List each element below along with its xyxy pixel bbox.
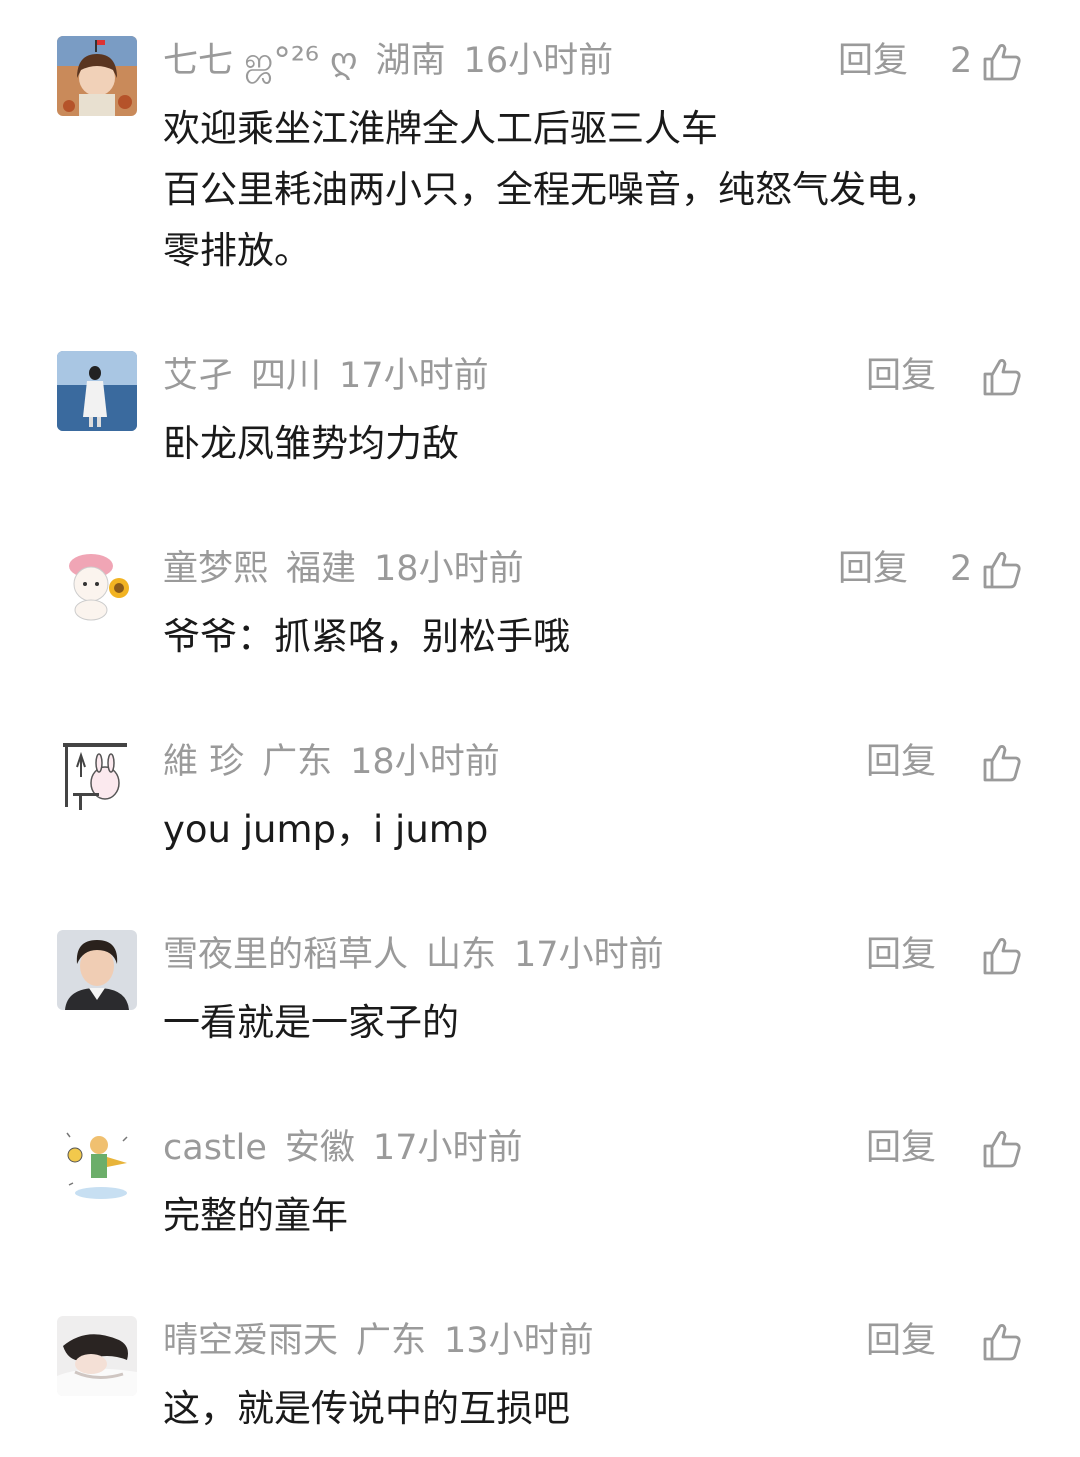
location: 四川	[251, 356, 322, 396]
comment-meta: 晴空爱雨天 广东 13小时前	[163, 1316, 612, 1366]
location: 湖南	[375, 41, 446, 81]
comment-text: 一看就是一家子的	[163, 1001, 459, 1044]
username[interactable]: castle	[163, 1128, 267, 1168]
reply-button[interactable]: 回复	[838, 544, 908, 594]
username[interactable]: 七七 ஜ°²⁶ ღ	[163, 41, 358, 81]
reply-button[interactable]: 回复	[866, 351, 936, 401]
comment-text: 这，就是传说中的互损吧	[163, 1387, 570, 1430]
reply-button[interactable]: 回复	[866, 930, 936, 980]
timestamp: 13小时前	[444, 1321, 594, 1361]
comment-text: you jump，i jump	[163, 808, 489, 851]
comment-meta: castle 安徽 17小时前	[163, 1123, 540, 1173]
location: 山东	[426, 935, 497, 975]
username[interactable]: 童梦熙	[163, 549, 268, 589]
comment-meta: 艾孑 四川 17小时前	[163, 351, 507, 401]
user-avatar[interactable]	[57, 1123, 137, 1203]
username[interactable]: 雪夜里的稻草人	[163, 935, 408, 975]
thumbs-up-icon[interactable]	[982, 42, 1022, 82]
user-avatar[interactable]	[57, 351, 137, 431]
location: 福建	[286, 549, 357, 589]
timestamp: 17小时前	[339, 356, 489, 396]
timestamp: 17小时前	[372, 1128, 523, 1168]
reply-button[interactable]: 回复	[866, 737, 936, 787]
comment-text: 卧龙凤雏势均力敌	[163, 422, 459, 465]
thumbs-up-icon[interactable]	[982, 743, 1022, 783]
thumbs-up-icon[interactable]	[982, 1129, 1022, 1169]
reply-button[interactable]: 回复	[866, 1123, 936, 1173]
location: 广东	[262, 742, 333, 782]
timestamp: 18小时前	[374, 549, 524, 589]
username[interactable]: 維 珍	[163, 742, 244, 782]
timestamp: 18小时前	[350, 742, 500, 782]
thumbs-up-icon[interactable]	[982, 936, 1022, 976]
location: 安徽	[284, 1128, 355, 1168]
like-count: 2	[950, 41, 973, 81]
comment-meta: 童梦熙 福建 18小时前	[163, 544, 542, 594]
timestamp: 16小时前	[463, 41, 614, 81]
user-avatar[interactable]	[57, 737, 137, 817]
user-avatar[interactable]	[57, 1316, 137, 1396]
comment-meta: 雪夜里的稻草人 山东 17小时前	[163, 930, 682, 980]
reply-button[interactable]: 回复	[838, 36, 908, 86]
username[interactable]: 晴空爱雨天	[163, 1321, 338, 1361]
thumbs-up-icon[interactable]	[982, 1322, 1022, 1362]
thumbs-up-icon[interactable]	[982, 550, 1022, 590]
user-avatar[interactable]	[57, 544, 137, 624]
thumbs-up-icon[interactable]	[982, 357, 1022, 397]
location: 广东	[356, 1321, 427, 1361]
comment-text: 爷爷：抓紧咯，别松手哦	[163, 615, 570, 658]
user-avatar[interactable]	[57, 36, 137, 116]
user-avatar[interactable]	[57, 930, 137, 1010]
comment-meta: 維 珍广东 18小时前	[163, 737, 518, 787]
username[interactable]: 艾孑	[163, 356, 233, 396]
timestamp: 17小时前	[514, 935, 664, 975]
comment-meta: 七七 ஜ°²⁶ ღ 湖南 16小时前	[163, 36, 631, 86]
comment-text: 完整的童年	[163, 1194, 348, 1237]
reply-button[interactable]: 回复	[866, 1316, 936, 1366]
comment-text: 欢迎乘坐江淮牌全人工后驱三人车 百公里耗油两小只，全程无噪音，纯怒气发电， 零排…	[163, 107, 940, 272]
like-count: 2	[950, 549, 973, 589]
